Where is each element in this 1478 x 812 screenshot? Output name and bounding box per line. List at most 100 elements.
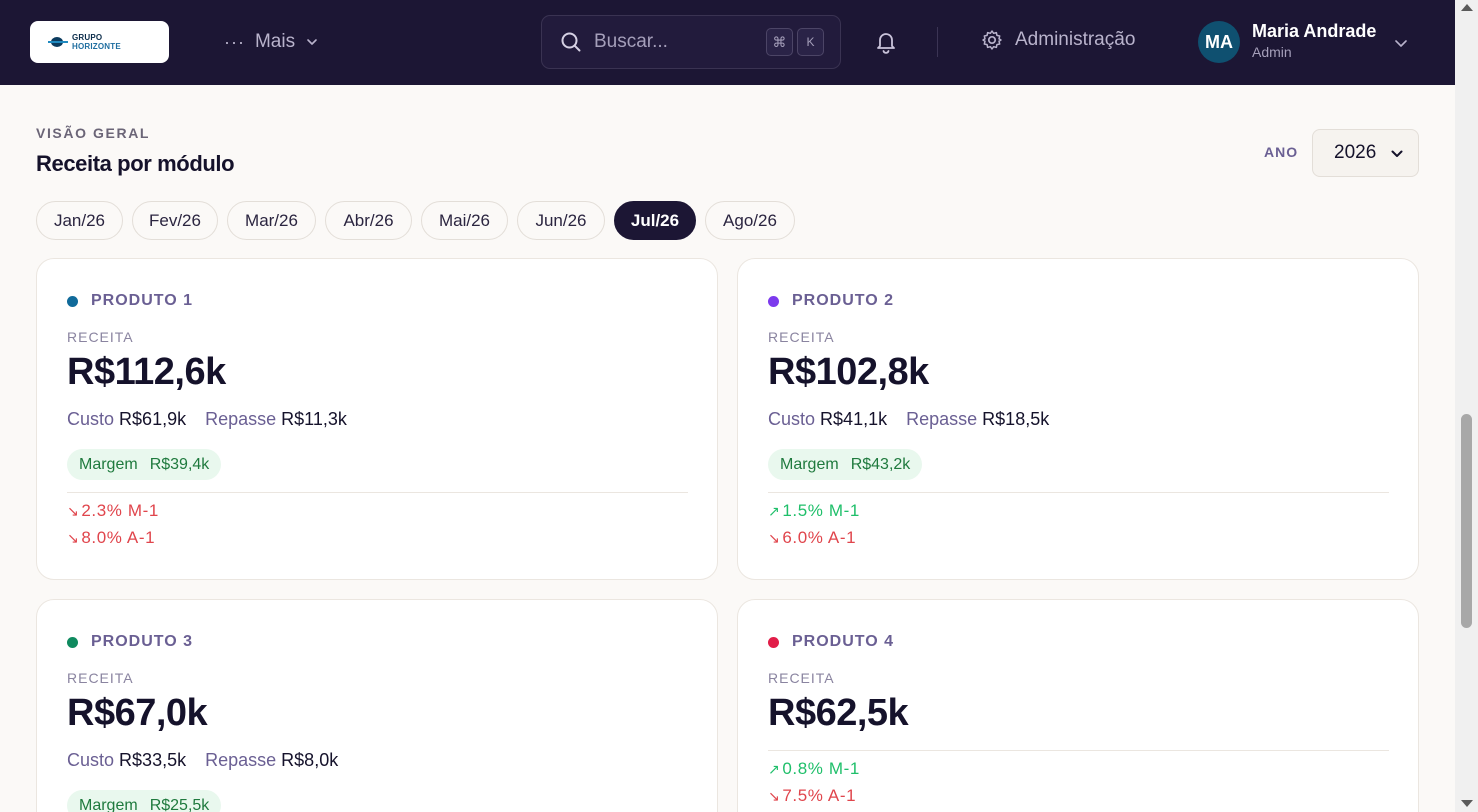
card-divider: [768, 750, 1389, 751]
shortcut-k-key: K: [797, 28, 824, 56]
cost-label: Custo: [67, 409, 115, 429]
trend-month-text: 2.3% M-1: [81, 501, 159, 520]
cost-line: Custo R$41,1k Repasse R$18,5k: [768, 409, 1049, 430]
transfer-value: R$8,0k: [281, 750, 339, 770]
year-label: ANO: [1264, 144, 1299, 160]
product-name: PRODUTO 4: [792, 633, 895, 650]
trend-year: ↘ 6.0% A-1: [768, 528, 856, 548]
trend-year-text: 6.0% A-1: [782, 528, 857, 547]
user-name[interactable]: Maria Andrade: [1252, 21, 1376, 42]
margin-badge: Margem R$43,2k: [768, 449, 923, 480]
month-pill[interactable]: Jun/26: [517, 201, 605, 240]
product-name: PRODUTO 1: [91, 292, 194, 309]
product-card: PRODUTO 2 RECEITA R$102,8k Custo R$41,1k…: [737, 258, 1419, 580]
product-color-dot: [768, 296, 779, 307]
transfer-label: Repasse: [205, 409, 277, 429]
card-divider: [67, 492, 688, 493]
trend-down-icon: ↘: [768, 787, 781, 804]
cost-label: Custo: [768, 409, 816, 429]
trend-year: ↘ 7.5% A-1: [768, 786, 856, 806]
chevron-down-icon: [1391, 150, 1403, 157]
trend-down-icon: ↘: [768, 529, 781, 546]
product-card: PRODUTO 1 RECEITA R$112,6k Custo R$61,9k…: [36, 258, 718, 580]
revenue-label: RECEITA: [67, 670, 134, 686]
notifications-bell-icon[interactable]: [874, 29, 898, 55]
trend-year: ↘ 8.0% A-1: [67, 528, 155, 548]
trend-month: ↗ 1.5% M-1: [768, 501, 860, 521]
company-logo[interactable]: GRUPO HORIZONTE: [30, 21, 169, 63]
revenue-value: R$112,6k: [67, 351, 226, 393]
cost-value: R$41,1k: [820, 409, 888, 429]
cost-label: Custo: [67, 750, 115, 770]
month-pill[interactable]: Fev/26: [132, 201, 218, 240]
transfer-label: Repasse: [906, 409, 978, 429]
trend-month-text: 0.8% M-1: [782, 759, 860, 778]
gear-icon: [982, 30, 1002, 50]
trend-month: ↘ 2.3% M-1: [67, 501, 159, 521]
logo-mark-icon: [48, 36, 68, 48]
trend-up-icon: ↗: [768, 502, 781, 519]
revenue-value: R$67,0k: [67, 692, 208, 734]
top-navbar: GRUPO HORIZONTE ··· Mais Buscar... ⌘ K A…: [0, 0, 1455, 85]
logo-line-1: GRUPO: [72, 33, 103, 42]
year-select-value: 2026: [1334, 142, 1377, 163]
month-pill[interactable]: Mai/26: [421, 201, 508, 240]
section-eyebrow: VISÃO GERAL: [36, 125, 151, 141]
cost-line: Custo R$33,5k Repasse R$8,0k: [67, 750, 338, 771]
trend-up-icon: ↗: [768, 760, 781, 777]
card-divider: [768, 492, 1389, 493]
month-pill[interactable]: Mar/26: [227, 201, 316, 240]
revenue-value: R$62,5k: [768, 692, 909, 734]
chevron-down-icon: [307, 39, 317, 45]
product-name: PRODUTO 3: [91, 633, 194, 650]
margin-badge: Margem R$25,5k: [67, 790, 222, 812]
margin-label: Margem: [79, 796, 138, 812]
product-card: PRODUTO 3 RECEITA R$67,0k Custo R$33,5k …: [36, 599, 718, 812]
shortcut-command-key: ⌘: [766, 28, 793, 56]
user-avatar[interactable]: MA: [1198, 21, 1240, 63]
cost-value: R$33,5k: [119, 750, 187, 770]
year-select[interactable]: 2026: [1312, 129, 1419, 177]
month-pill[interactable]: Jul/26: [614, 201, 696, 240]
page-scrollbar[interactable]: [1455, 0, 1478, 812]
transfer-label: Repasse: [205, 750, 277, 770]
trend-month-text: 1.5% M-1: [782, 501, 860, 520]
revenue-label: RECEITA: [768, 670, 835, 686]
trend-year-text: 7.5% A-1: [782, 786, 857, 805]
cost-value: R$61,9k: [119, 409, 187, 429]
page-title: Receita por módulo: [36, 151, 235, 176]
product-color-dot: [67, 637, 78, 648]
revenue-value: R$102,8k: [768, 351, 929, 393]
transfer-value: R$18,5k: [982, 409, 1050, 429]
trend-year-text: 8.0% A-1: [81, 528, 156, 547]
month-pill[interactable]: Abr/26: [325, 201, 412, 240]
product-color-dot: [768, 637, 779, 648]
trend-down-icon: ↘: [67, 502, 80, 519]
search-input[interactable]: Buscar...: [594, 31, 668, 53]
trend-month: ↗ 0.8% M-1: [768, 759, 860, 779]
user-role: Admin: [1252, 44, 1292, 60]
transfer-value: R$11,3k: [281, 409, 347, 429]
more-dots-icon: ···: [224, 31, 245, 52]
trend-down-icon: ↘: [67, 529, 80, 546]
scroll-up-arrow-icon[interactable]: [1461, 4, 1473, 11]
product-card: PRODUTO 4 RECEITA R$62,5k ↗ 0.8% M-1 ↘ 7…: [737, 599, 1419, 812]
revenue-label: RECEITA: [67, 329, 134, 345]
margin-value: R$39,4k: [149, 455, 210, 473]
search-bar[interactable]: Buscar... ⌘ K: [541, 15, 841, 69]
user-menu-chevron-down-icon[interactable]: [1393, 35, 1409, 51]
scroll-down-arrow-icon[interactable]: [1461, 800, 1473, 807]
product-name: PRODUTO 2: [792, 292, 895, 309]
month-pill[interactable]: Jan/26: [36, 201, 123, 240]
month-pill[interactable]: Ago/26: [705, 201, 795, 240]
navbar-divider: [937, 27, 938, 57]
more-menu-label: Mais: [254, 31, 296, 52]
scrollbar-thumb[interactable]: [1461, 414, 1472, 628]
margin-value: R$43,2k: [850, 455, 911, 473]
logo-line-2: HORIZONTE: [72, 42, 121, 51]
administration-button[interactable]: Administração: [981, 29, 1135, 51]
margin-value: R$25,5k: [149, 796, 210, 812]
more-menu-button[interactable]: ··· Mais: [224, 28, 319, 56]
cost-line: Custo R$61,9k Repasse R$11,3k: [67, 409, 347, 430]
product-color-dot: [67, 296, 78, 307]
